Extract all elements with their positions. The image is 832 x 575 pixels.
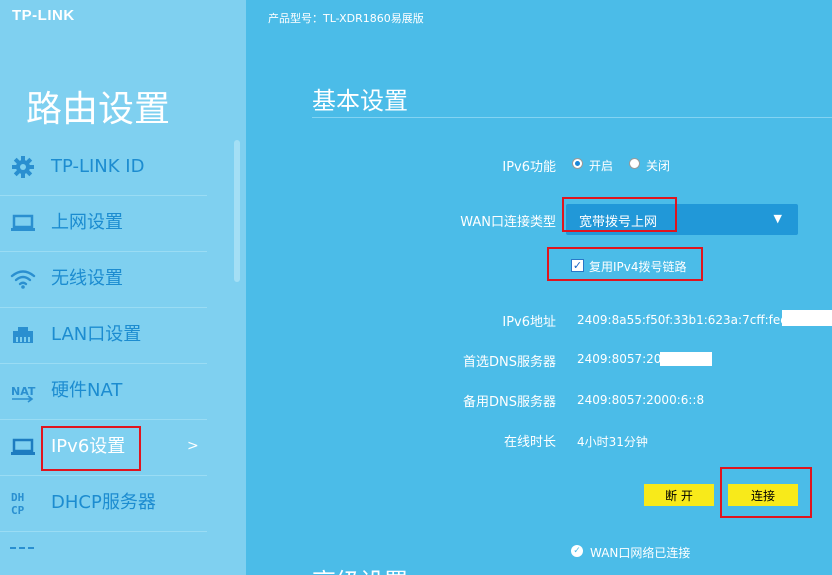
ipv6-off-label: 关闭	[646, 159, 671, 173]
highlight-box	[41, 426, 141, 471]
sidebar-item-internet[interactable]: 上网设置	[0, 196, 207, 252]
highlight-box	[562, 197, 677, 232]
gear-icon	[10, 154, 36, 180]
sidebar-item-hardware-nat[interactable]: NAT 硬件NAT	[0, 364, 207, 420]
sidebar-item-label: DHCP服务器	[51, 492, 156, 513]
lan-port-icon	[10, 322, 36, 348]
chevron-down-icon: ▼	[773, 212, 782, 225]
sidebar-item-label: LAN口设置	[51, 324, 142, 345]
primary-dns-label: 首选DNS服务器	[463, 355, 556, 370]
sidebar-item-label: 无线设置	[51, 268, 123, 289]
sidebar-item-tplink-id[interactable]: TP-LINK ID	[0, 140, 207, 196]
main-content: 产品型号：TL-XDR1860易展版 基本设置 IPv6功能 开启 关闭 WAN…	[246, 0, 832, 575]
ipv6-address-value: 2409:8a55:f50f:33b1:623a:7cff:fed9:5	[577, 313, 808, 327]
svg-text:NAT: NAT	[11, 385, 36, 398]
sidebar-item-dhcp[interactable]: DH CP DHCP服务器	[0, 476, 207, 532]
highlight-box	[547, 247, 703, 281]
product-model: 产品型号：TL-XDR1860易展版	[268, 12, 424, 25]
ipv6-on-radio[interactable]	[572, 158, 583, 169]
advanced-settings-title: 高级设置	[312, 562, 408, 575]
secondary-dns-label: 备用DNS服务器	[463, 395, 556, 410]
svg-text:CP: CP	[11, 504, 25, 516]
svg-text:DH: DH	[11, 491, 24, 504]
laptop-icon	[10, 210, 36, 236]
wan-status-text: WAN口网络已连接	[590, 546, 691, 560]
divider	[312, 117, 832, 118]
sidebar-section-title: 路由设置	[26, 89, 171, 130]
sidebar-scrollbar[interactable]	[234, 140, 240, 282]
secondary-dns-value: 2409:8057:2000:6::8	[577, 393, 705, 407]
check-circle-icon: ✓	[571, 545, 583, 557]
highlight-box	[720, 467, 812, 518]
redaction-mask	[660, 352, 712, 366]
basic-settings-title: 基本设置	[312, 87, 408, 115]
wifi-icon	[10, 266, 36, 292]
primary-dns-value: 2409:8057:200	[577, 352, 670, 366]
ipv6-off-radio[interactable]	[629, 158, 640, 169]
sidebar-item-wireless[interactable]: 无线设置	[0, 252, 207, 308]
dhcp-icon: DH CP	[10, 490, 36, 516]
tp-link-logo: TP-LINK	[12, 7, 75, 24]
sidebar-item-label: 硬件NAT	[51, 380, 123, 401]
wan-type-label: WAN口连接类型	[460, 215, 556, 230]
sidebar-item-label: 上网设置	[51, 212, 123, 233]
ipv6-function-label: IPv6功能	[502, 160, 556, 175]
disconnect-button[interactable]: 断 开	[644, 484, 714, 506]
online-duration-label: 在线时长	[503, 435, 556, 450]
redaction-mask	[782, 310, 832, 326]
sidebar-item-label: TP-LINK ID	[51, 156, 145, 177]
nat-icon: NAT	[10, 378, 36, 404]
online-duration-value: 4小时31分钟	[577, 435, 648, 449]
sidebar-item-lan[interactable]: LAN口设置	[0, 308, 207, 364]
laptop-icon	[10, 434, 36, 460]
chevron-right-icon: >	[187, 438, 199, 454]
ipv6-address-label: IPv6地址	[502, 315, 556, 330]
sidebar: TP-LINK 路由设置 TP-LINK ID 上网设置 无线设置 LAN口设置…	[0, 0, 246, 575]
ipv6-on-label: 开启	[589, 159, 614, 173]
partial-icon	[10, 547, 34, 552]
